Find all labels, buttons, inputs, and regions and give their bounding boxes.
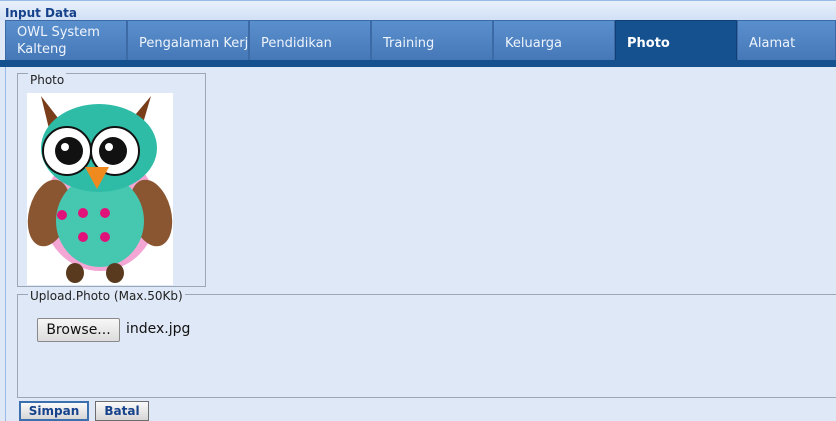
tab-keluarga[interactable]: Keluarga: [493, 20, 615, 60]
tab-baseline: [0, 60, 836, 67]
upload-fieldset: [17, 294, 836, 398]
tab-label: Photo: [627, 36, 670, 51]
owl-image: [27, 96, 173, 283]
tab-label: Pendidikan: [261, 36, 332, 51]
window-title: Input Data: [5, 6, 77, 20]
tab-pengalaman-kerja[interactable]: Pengalaman Kerja: [127, 20, 249, 60]
selected-file-name: index.jpg: [126, 321, 191, 337]
tab-label: Keluarga: [505, 36, 563, 51]
photo-legend: Photo: [28, 73, 67, 87]
tab-label: Alamat: [749, 36, 796, 51]
cancel-button[interactable]: Batal: [95, 401, 149, 421]
tab-label: Pengalaman Kerja: [139, 36, 249, 51]
photo-preview: [27, 93, 173, 285]
tab-owl-system-kalteng[interactable]: OWL System Kalteng: [5, 20, 127, 60]
tab-label: OWL System Kalteng: [17, 25, 100, 57]
upload-legend: Upload.Photo (Max.50Kb): [28, 289, 185, 303]
tab-pendidikan[interactable]: Pendidikan: [249, 20, 371, 60]
tab-label: Training: [383, 36, 435, 51]
browse-button[interactable]: Browse...: [37, 318, 120, 342]
tab-alamat[interactable]: Alamat: [737, 20, 836, 60]
tab-training[interactable]: Training: [371, 20, 493, 60]
tab-photo[interactable]: Photo: [615, 20, 737, 60]
save-button[interactable]: Simpan: [19, 401, 89, 421]
window-title-bar: Input Data: [0, 0, 836, 22]
